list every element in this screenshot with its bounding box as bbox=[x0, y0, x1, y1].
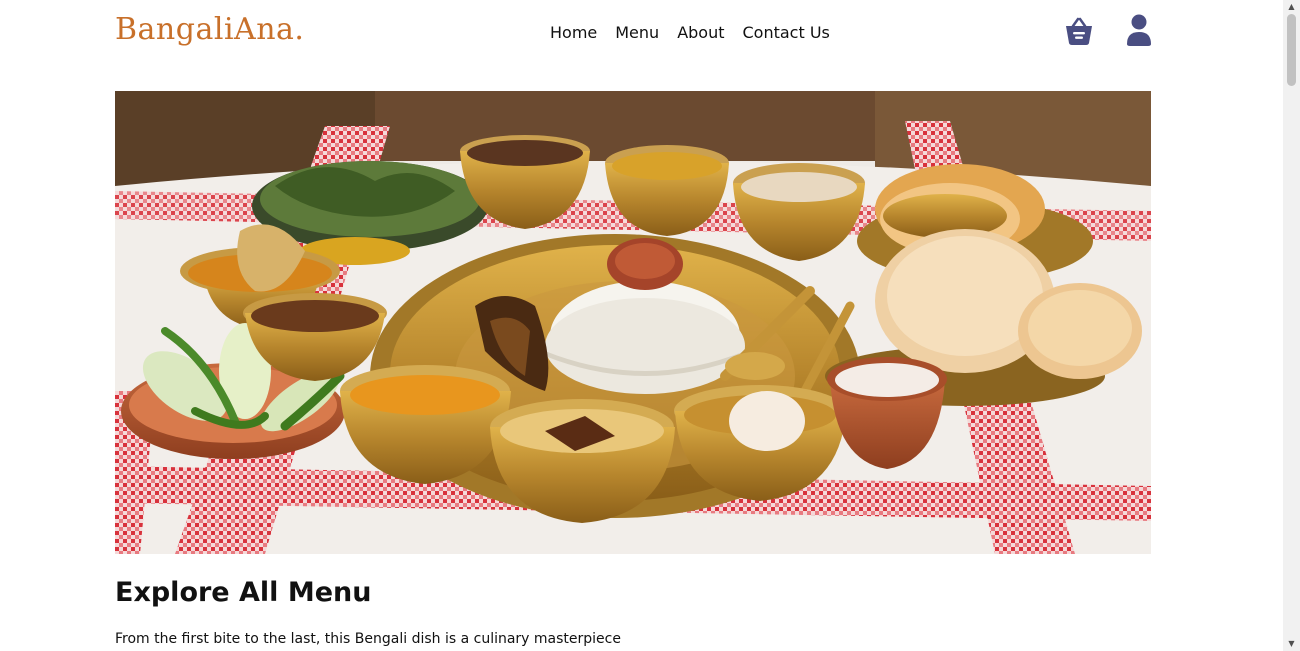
scroll-down-arrow-icon[interactable]: ▼ bbox=[1283, 637, 1300, 651]
nav-menu[interactable]: Menu bbox=[615, 23, 659, 42]
scroll-up-arrow-icon[interactable]: ▲ bbox=[1283, 0, 1300, 14]
nav-about[interactable]: About bbox=[677, 23, 724, 42]
nav-contact-us[interactable]: Contact Us bbox=[743, 23, 830, 42]
scrollbar-thumb[interactable] bbox=[1287, 14, 1296, 86]
brand-logo[interactable]: BangaliAna. bbox=[115, 12, 304, 47]
page-scrollbar[interactable]: ▲ ▼ bbox=[1283, 0, 1300, 651]
page: BangaliAna. Home Menu About Contact Us E… bbox=[0, 0, 1283, 651]
section-title: Explore All Menu bbox=[115, 577, 372, 608]
user-icon[interactable] bbox=[1125, 13, 1153, 47]
nav-home[interactable]: Home bbox=[550, 23, 597, 42]
main-nav: Home Menu About Contact Us bbox=[550, 23, 830, 42]
shopping-basket-icon[interactable] bbox=[1064, 15, 1094, 47]
section-description: From the first bite to the last, this Be… bbox=[115, 631, 621, 647]
hero-image bbox=[115, 91, 1151, 554]
